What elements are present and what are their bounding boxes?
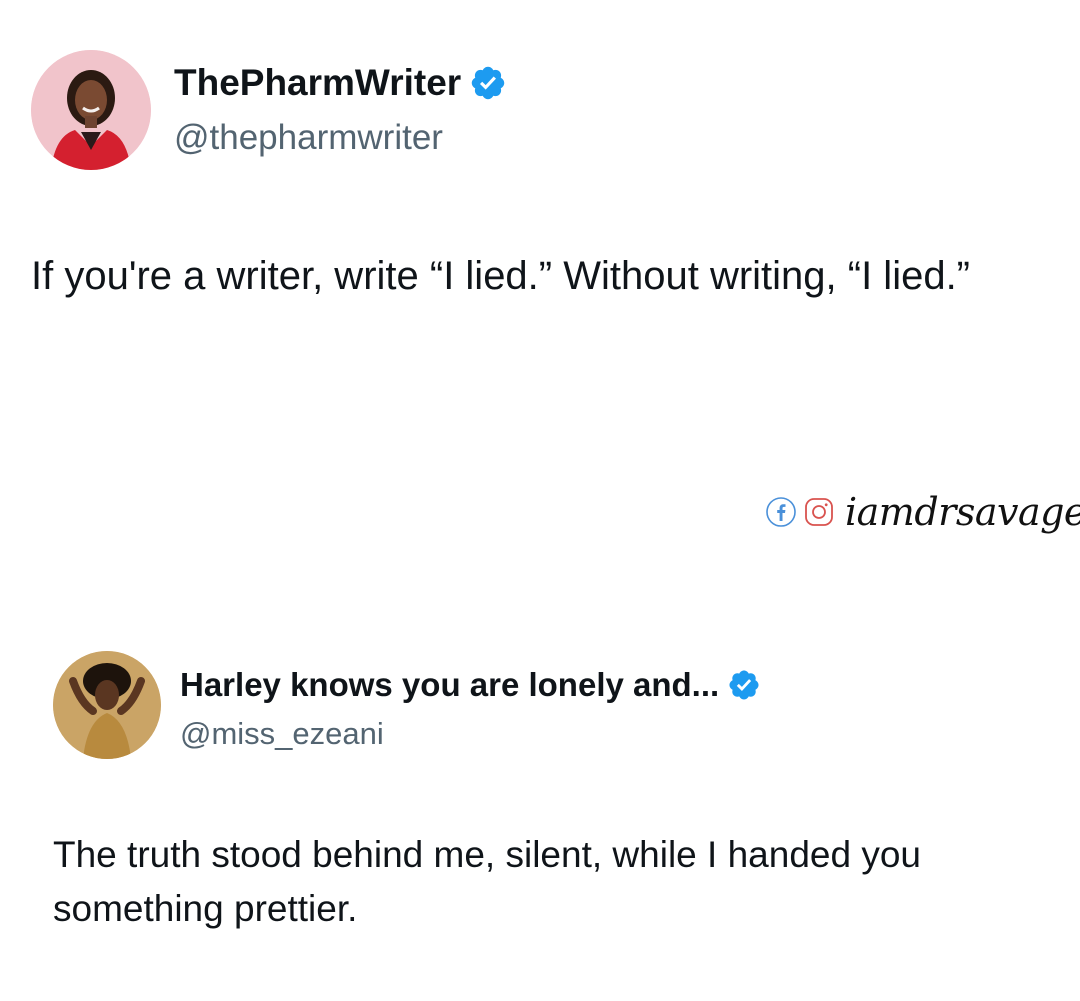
avatar[interactable] [31, 50, 151, 170]
display-name[interactable]: ThePharmWriter [174, 62, 461, 104]
tweet-2: Harley knows you are lonely and... @miss… [0, 600, 1080, 1000]
author-row: ThePharmWriter [174, 62, 507, 104]
tweet-text: The truth stood behind me, silent, while… [53, 834, 921, 929]
author-handle[interactable]: @miss_ezeani [180, 716, 384, 752]
watermark: iamdrsavage [765, 490, 1080, 534]
tweet-1: ThePharmWriter @thepharmwriter If you're… [0, 0, 1080, 400]
avatar[interactable] [53, 651, 161, 759]
verified-badge-icon [727, 668, 761, 702]
profile-photo-icon [31, 50, 151, 170]
display-name[interactable]: Harley knows you are lonely and... [180, 666, 719, 704]
profile-photo-icon [53, 651, 161, 759]
instagram-icon [803, 496, 835, 528]
watermark-handle: iamdrsavage [845, 490, 1080, 534]
facebook-icon [765, 496, 797, 528]
verified-badge-icon [469, 64, 507, 102]
tweet-text: If you're a writer, write “I lied.” With… [31, 254, 971, 298]
author-handle[interactable]: @thepharmwriter [174, 118, 443, 158]
author-row: Harley knows you are lonely and... [180, 666, 761, 704]
